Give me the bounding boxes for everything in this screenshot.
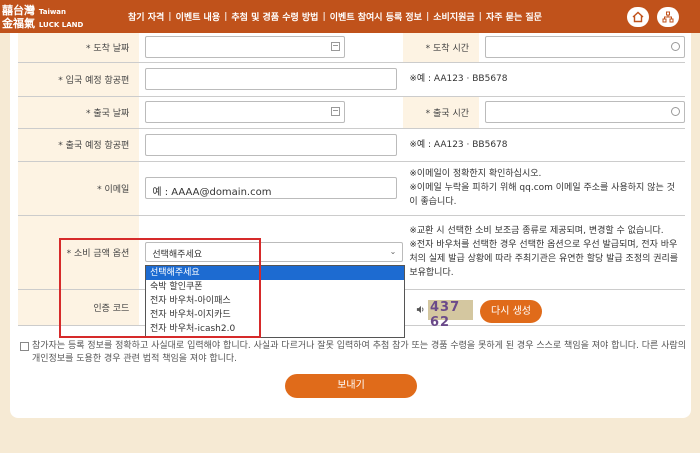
amount-note: ※교환 시 선택한 소비 보조금 종류로 제공되며, 변경할 수 없습니다. ※전… <box>403 215 685 290</box>
clock-icon <box>671 42 680 52</box>
main-nav: 참기 자격 | 이벤트 내용 | 추첨 및 경품 수령 방법 | 이벤트 참여시 등록… <box>128 10 542 24</box>
calendar-icon <box>331 42 341 52</box>
sitemap-icon <box>662 11 674 23</box>
regenerate-captcha-button[interactable]: 다시 생성 <box>480 300 542 323</box>
captcha-image: 437 62 <box>428 300 473 330</box>
departure-flight-label: * 출국 예정 항공편 <box>18 128 140 162</box>
agreement-section: 참가자는 등록 정보를 정확하고 사실대로 입력해야 합니다. 사실과 다르거나… <box>20 340 688 366</box>
chevron-down-icon: ⌄ <box>389 247 397 256</box>
arrival-time-label: * 도착 시간 <box>403 33 479 63</box>
arrival-flight-label: * 입국 예정 항공편 <box>18 62 140 97</box>
logo-sub-2: LUCK LAND <box>38 21 84 29</box>
amount-note-2: ※전자 바우처를 선택한 경우 선택한 옵션으로 우선 발급되며, 전자 바우처… <box>409 240 679 278</box>
clock-icon <box>671 107 680 116</box>
email-placeholder: 예 : AAAA@domain.com <box>152 187 272 198</box>
email-label: * 이메일 <box>18 161 140 216</box>
email-note: ※이메일이 정확한지 확인하십시오. ※이메일 누락을 피하기 위해 qq.com… <box>403 161 685 216</box>
nav-consumption-subsidy[interactable]: 소비지원금 <box>433 10 474 23</box>
logo-title-2: 金福氣 <box>2 17 35 30</box>
speaker-icon[interactable] <box>416 305 425 314</box>
departure-time-label: * 출국 시간 <box>403 96 479 129</box>
amount-note-1: ※교환 시 선택한 소비 보조금 종류로 제공되며, 변경할 수 없습니다. <box>409 226 664 236</box>
departure-date-label: * 출국 날짜 <box>18 96 140 129</box>
email-input[interactable]: 예 : AAAA@domain.com <box>145 177 398 199</box>
departure-time-input[interactable] <box>485 101 685 123</box>
departure-flight-input[interactable] <box>145 133 398 156</box>
sitemap-button[interactable] <box>657 7 679 27</box>
agreement-text: 참가자는 등록 정보를 정확하고 사실대로 입력해야 합니다. 사실과 다르거나… <box>32 341 686 364</box>
nav-eligibility[interactable]: 참기 자격 <box>128 10 164 23</box>
arrival-flight-note: ※예 : AA123 · BB5678 <box>403 62 685 97</box>
arrival-date-input[interactable] <box>145 36 346 59</box>
email-note-1: ※이메일이 정확한지 확인하십시오. <box>409 169 542 179</box>
nav-faq[interactable]: 자주 묻는 질문 <box>486 10 542 23</box>
arrival-flight-input[interactable] <box>145 68 398 90</box>
annotation-highlight-box <box>59 238 261 338</box>
calendar-icon <box>331 107 341 116</box>
departure-flight-note: ※예 : AA123 · BB5678 <box>403 128 685 162</box>
agreement-checkbox[interactable] <box>20 342 29 351</box>
site-logo[interactable]: 囍台灣 Taiwan 金福氣 LUCK LAND <box>2 2 83 30</box>
arrival-date-label: * 도착 날짜 <box>18 33 140 63</box>
nav-registration-info[interactable]: 이벤트 참여시 등록 정보 <box>330 10 422 23</box>
email-note-2: ※이메일 누락을 피하기 위해 qq.com 이메일 주소를 사용하지 않는 것… <box>409 183 675 207</box>
nav-event-content[interactable]: 이벤트 내용 <box>176 10 221 23</box>
arrival-time-input[interactable] <box>485 36 685 59</box>
submit-button[interactable]: 보내기 <box>285 374 417 398</box>
site-header: 囍台灣 Taiwan 金福氣 LUCK LAND 참기 자격 | 이벤트 내용 | … <box>0 0 700 33</box>
home-icon <box>632 11 644 23</box>
departure-date-input[interactable] <box>145 101 346 123</box>
home-button[interactable] <box>627 7 649 27</box>
nav-draw-method[interactable]: 추첨 및 경품 수령 방법 <box>231 10 318 23</box>
